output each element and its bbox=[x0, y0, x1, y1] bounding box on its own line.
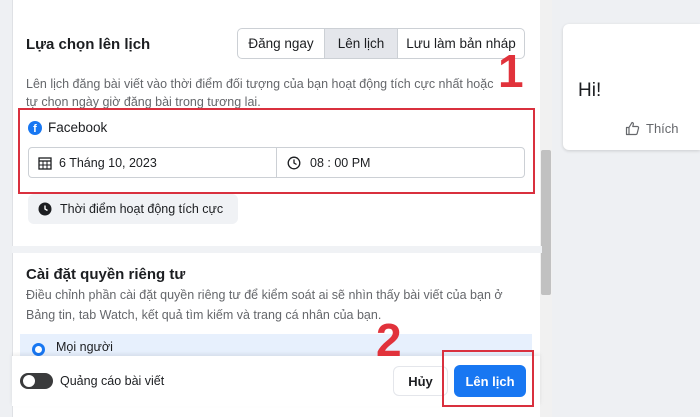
schedule-description: Lên lịch đăng bài viết vào thời điểm đối… bbox=[26, 77, 494, 109]
tab-schedule[interactable]: Lên lịch bbox=[324, 28, 398, 59]
privacy-option-radio[interactable] bbox=[32, 343, 45, 356]
active-times-label: Thời điểm hoạt động tích cực bbox=[60, 202, 224, 216]
post-preview-text: Hi! bbox=[578, 80, 602, 101]
thumbs-up-icon bbox=[625, 121, 640, 136]
highlight-box-schedule-button bbox=[442, 350, 534, 407]
cancel-button[interactable]: Hủy bbox=[393, 366, 448, 396]
like-button[interactable]: Thích bbox=[625, 121, 679, 136]
privacy-description: Điều chỉnh phần cài đặt quyền riêng tư đ… bbox=[26, 288, 503, 322]
privacy-section-title: Cài đặt quyền riêng tư bbox=[26, 266, 186, 283]
privacy-option-label: Mọi người bbox=[56, 340, 113, 354]
boost-post-toggle-knob[interactable] bbox=[22, 374, 36, 388]
scrollbar-thumb[interactable] bbox=[541, 150, 551, 295]
tab-post-now[interactable]: Đăng ngay bbox=[237, 28, 325, 59]
active-times-button[interactable]: Thời điểm hoạt động tích cực bbox=[28, 194, 238, 224]
clock-icon bbox=[38, 202, 52, 216]
step-number-1: 1 bbox=[498, 45, 524, 97]
like-label: Thích bbox=[646, 121, 679, 136]
section-divider bbox=[12, 246, 542, 253]
schedule-section-title: Lựa chọn lên lịch bbox=[26, 36, 151, 53]
highlight-box-datetime bbox=[18, 108, 535, 194]
boost-post-label: Quảng cáo bài viết bbox=[60, 374, 165, 388]
step-number-2: 2 bbox=[376, 314, 402, 366]
